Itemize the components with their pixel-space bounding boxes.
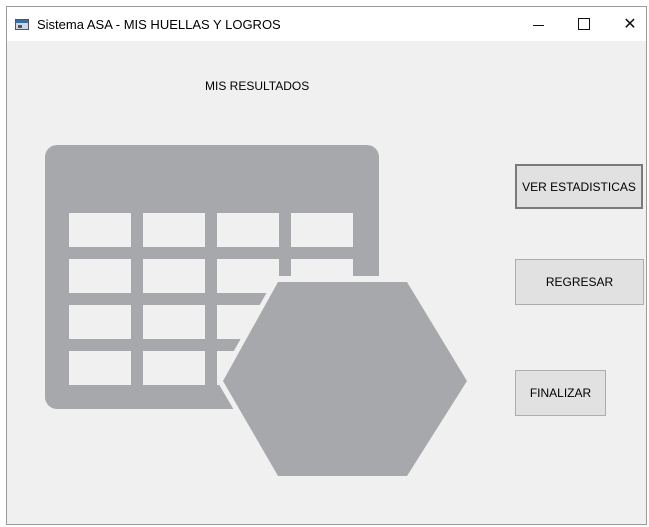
maximize-icon xyxy=(578,18,590,30)
close-button[interactable]: ✕ xyxy=(607,7,646,41)
close-icon: ✕ xyxy=(623,16,637,33)
maximize-button[interactable] xyxy=(561,7,607,41)
results-illustration xyxy=(45,145,475,490)
finalizar-button[interactable]: FINALIZAR xyxy=(515,370,606,416)
regresar-button[interactable]: REGRESAR xyxy=(515,259,644,305)
minimize-icon xyxy=(532,24,544,26)
app-window: Sistema ASA - MIS HUELLAS Y LOGROS ✕ MIS… xyxy=(6,6,647,525)
title-bar[interactable]: Sistema ASA - MIS HUELLAS Y LOGROS ✕ xyxy=(7,7,646,41)
calendar-grid-with-hexagon-icon xyxy=(45,145,472,482)
ver-estadisticas-button[interactable]: VER ESTADISTICAS xyxy=(515,164,643,209)
window-title: Sistema ASA - MIS HUELLAS Y LOGROS xyxy=(37,17,281,32)
page-title: MIS RESULTADOS xyxy=(205,79,310,93)
app-icon xyxy=(15,19,29,30)
minimize-button[interactable] xyxy=(515,7,561,41)
